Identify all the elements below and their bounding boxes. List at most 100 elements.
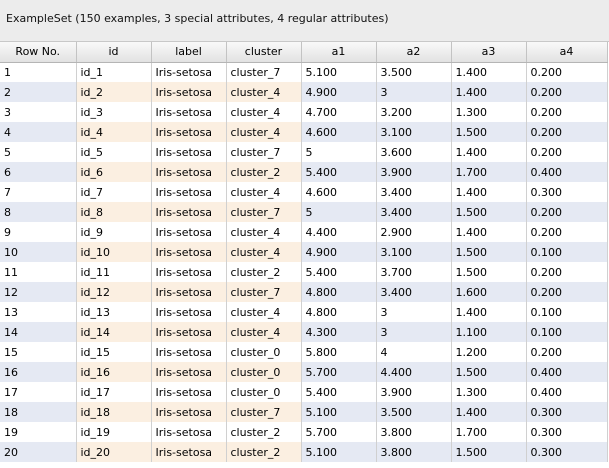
id-cell[interactable]: id_4 bbox=[76, 122, 152, 142]
column-header-a3[interactable]: a3 bbox=[451, 42, 527, 63]
a1-cell[interactable]: 5 bbox=[301, 202, 377, 222]
column-header-a2[interactable]: a2 bbox=[376, 42, 452, 63]
label-cell[interactable]: Iris-setosa bbox=[151, 242, 227, 262]
row-number-cell[interactable]: 16 bbox=[0, 362, 77, 382]
a3-cell[interactable]: 1.400 bbox=[451, 142, 527, 162]
table-row[interactable]: 10 id_10 Iris-setosa cluster_4 4.900 3.100 1.5… bbox=[0, 242, 608, 262]
a2-cell[interactable]: 4 bbox=[376, 342, 452, 362]
label-cell[interactable]: Iris-setosa bbox=[151, 362, 227, 382]
a2-cell[interactable]: 3.100 bbox=[376, 122, 452, 142]
table-row[interactable]: 3 id_3 Iris-setosa cluster_4 4.700 3.200 1.300… bbox=[0, 102, 608, 122]
a1-cell[interactable]: 4.800 bbox=[301, 282, 377, 302]
column-header-cluster[interactable]: cluster bbox=[226, 42, 302, 63]
table-row[interactable]: 5 id_5 Iris-setosa cluster_7 5 3.600 1.400 0.20… bbox=[0, 142, 608, 162]
a2-cell[interactable]: 3.900 bbox=[376, 162, 452, 182]
a3-cell[interactable]: 1.500 bbox=[451, 442, 527, 462]
row-number-cell[interactable]: 8 bbox=[0, 202, 77, 222]
id-cell[interactable]: id_10 bbox=[76, 242, 152, 262]
a4-cell[interactable]: 0.200 bbox=[526, 102, 608, 122]
cluster-cell[interactable]: cluster_0 bbox=[226, 382, 302, 402]
a2-cell[interactable]: 3.800 bbox=[376, 442, 452, 462]
id-cell[interactable]: id_13 bbox=[76, 302, 152, 322]
a4-cell[interactable]: 0.200 bbox=[526, 342, 608, 362]
cluster-cell[interactable]: cluster_2 bbox=[226, 442, 302, 462]
cluster-cell[interactable]: cluster_4 bbox=[226, 322, 302, 342]
a3-cell[interactable]: 1.500 bbox=[451, 242, 527, 262]
a4-cell[interactable]: 0.200 bbox=[526, 262, 608, 282]
row-number-cell[interactable]: 17 bbox=[0, 382, 77, 402]
table-row[interactable]: 7 id_7 Iris-setosa cluster_4 4.600 3.400 1.400… bbox=[0, 182, 608, 202]
a2-cell[interactable]: 2.900 bbox=[376, 222, 452, 242]
a3-cell[interactable]: 1.500 bbox=[451, 202, 527, 222]
row-number-cell[interactable]: 13 bbox=[0, 302, 77, 322]
row-number-cell[interactable]: 19 bbox=[0, 422, 77, 442]
cluster-cell[interactable]: cluster_7 bbox=[226, 62, 302, 82]
column-header-a4[interactable]: a4 bbox=[526, 42, 608, 63]
cluster-cell[interactable]: cluster_4 bbox=[226, 222, 302, 242]
label-cell[interactable]: Iris-setosa bbox=[151, 262, 227, 282]
a2-cell[interactable]: 4.400 bbox=[376, 362, 452, 382]
cluster-cell[interactable]: cluster_7 bbox=[226, 402, 302, 422]
label-cell[interactable]: Iris-setosa bbox=[151, 142, 227, 162]
id-cell[interactable]: id_7 bbox=[76, 182, 152, 202]
cluster-cell[interactable]: cluster_4 bbox=[226, 182, 302, 202]
a4-cell[interactable]: 0.200 bbox=[526, 122, 608, 142]
a1-cell[interactable]: 4.700 bbox=[301, 102, 377, 122]
table-row[interactable]: 19 id_19 Iris-setosa cluster_2 5.700 3.800 1.7… bbox=[0, 422, 608, 442]
row-number-cell[interactable]: 3 bbox=[0, 102, 77, 122]
cluster-cell[interactable]: cluster_7 bbox=[226, 142, 302, 162]
label-cell[interactable]: Iris-setosa bbox=[151, 342, 227, 362]
a1-cell[interactable]: 4.800 bbox=[301, 302, 377, 322]
label-cell[interactable]: Iris-setosa bbox=[151, 162, 227, 182]
label-cell[interactable]: Iris-setosa bbox=[151, 282, 227, 302]
a1-cell[interactable]: 4.600 bbox=[301, 182, 377, 202]
a1-cell[interactable]: 5 bbox=[301, 142, 377, 162]
a2-cell[interactable]: 3.400 bbox=[376, 182, 452, 202]
a2-cell[interactable]: 3.100 bbox=[376, 242, 452, 262]
cluster-cell[interactable]: cluster_0 bbox=[226, 362, 302, 382]
a3-cell[interactable]: 1.700 bbox=[451, 422, 527, 442]
cluster-cell[interactable]: cluster_4 bbox=[226, 82, 302, 102]
id-cell[interactable]: id_14 bbox=[76, 322, 152, 342]
a1-cell[interactable]: 5.400 bbox=[301, 262, 377, 282]
table-row[interactable]: 2 id_2 Iris-setosa cluster_4 4.900 3 1.400 0.20… bbox=[0, 82, 608, 102]
label-cell[interactable]: Iris-setosa bbox=[151, 442, 227, 462]
a1-cell[interactable]: 4.400 bbox=[301, 222, 377, 242]
id-cell[interactable]: id_3 bbox=[76, 102, 152, 122]
a1-cell[interactable]: 5.700 bbox=[301, 422, 377, 442]
table-row[interactable]: 18 id_18 Iris-setosa cluster_7 5.100 3.500 1.4… bbox=[0, 402, 608, 422]
a4-cell[interactable]: 0.200 bbox=[526, 282, 608, 302]
a4-cell[interactable]: 0.400 bbox=[526, 362, 608, 382]
a4-cell[interactable]: 0.400 bbox=[526, 162, 608, 182]
id-cell[interactable]: id_15 bbox=[76, 342, 152, 362]
label-cell[interactable]: Iris-setosa bbox=[151, 422, 227, 442]
a2-cell[interactable]: 3 bbox=[376, 82, 452, 102]
cluster-cell[interactable]: cluster_2 bbox=[226, 262, 302, 282]
a4-cell[interactable]: 0.300 bbox=[526, 422, 608, 442]
a3-cell[interactable]: 1.700 bbox=[451, 162, 527, 182]
a1-cell[interactable]: 4.300 bbox=[301, 322, 377, 342]
id-cell[interactable]: id_9 bbox=[76, 222, 152, 242]
row-number-cell[interactable]: 7 bbox=[0, 182, 77, 202]
column-header-a1[interactable]: a1 bbox=[301, 42, 377, 63]
a4-cell[interactable]: 0.100 bbox=[526, 302, 608, 322]
row-number-cell[interactable]: 9 bbox=[0, 222, 77, 242]
label-cell[interactable]: Iris-setosa bbox=[151, 62, 227, 82]
a3-cell[interactable]: 1.500 bbox=[451, 122, 527, 142]
label-cell[interactable]: Iris-setosa bbox=[151, 382, 227, 402]
column-header-row-no[interactable]: Row No. bbox=[0, 42, 77, 63]
a1-cell[interactable]: 4.900 bbox=[301, 82, 377, 102]
id-cell[interactable]: id_16 bbox=[76, 362, 152, 382]
a2-cell[interactable]: 3.500 bbox=[376, 402, 452, 422]
cluster-cell[interactable]: cluster_2 bbox=[226, 422, 302, 442]
a4-cell[interactable]: 0.200 bbox=[526, 62, 608, 82]
a3-cell[interactable]: 1.400 bbox=[451, 402, 527, 422]
a3-cell[interactable]: 1.400 bbox=[451, 182, 527, 202]
a4-cell[interactable]: 0.400 bbox=[526, 382, 608, 402]
cluster-cell[interactable]: cluster_7 bbox=[226, 282, 302, 302]
table-row[interactable]: 13 id_13 Iris-setosa cluster_4 4.800 3 1.400 0.… bbox=[0, 302, 608, 322]
table-row[interactable]: 20 id_20 Iris-setosa cluster_2 5.100 3.800 1.5… bbox=[0, 442, 608, 462]
a4-cell[interactable]: 0.300 bbox=[526, 402, 608, 422]
row-number-cell[interactable]: 1 bbox=[0, 62, 77, 82]
a3-cell[interactable]: 1.300 bbox=[451, 102, 527, 122]
